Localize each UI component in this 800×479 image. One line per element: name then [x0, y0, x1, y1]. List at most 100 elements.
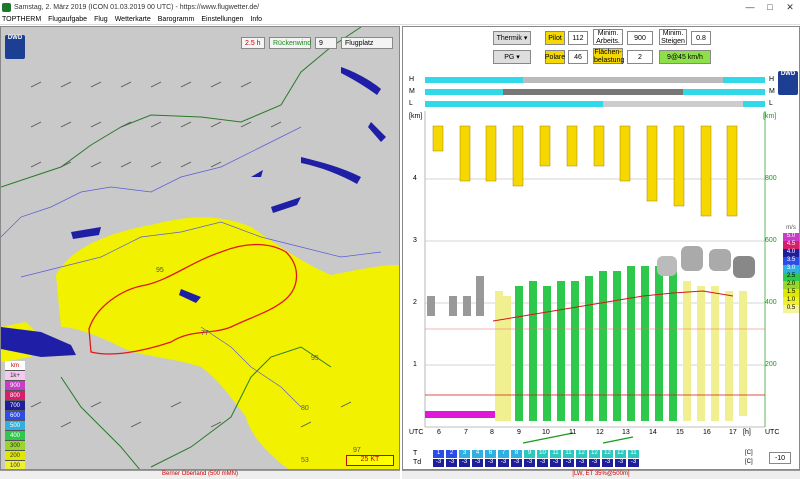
td-cell: -3 [550, 459, 561, 467]
pilot-value: 112 [572, 34, 584, 42]
glider-select[interactable]: PG ▾ [493, 50, 531, 64]
flaechen-label: Flächen- belastung [593, 48, 625, 64]
cloud-row-h-right: H [769, 76, 775, 83]
legend-cell: 900 [5, 381, 25, 391]
td-cell: -3 [459, 459, 470, 467]
td-cell: -3 [472, 459, 483, 467]
x-tick: 6 [437, 429, 441, 436]
offset-select[interactable]: -10 [769, 452, 791, 464]
t-cell: 11 [550, 450, 561, 458]
legend-cell: 300 [5, 441, 25, 451]
td-cell: -3 [602, 459, 613, 467]
td-cell: -3 [537, 459, 548, 467]
x-tick: UTC [409, 429, 424, 436]
wind-value-stepper[interactable]: 9 [315, 37, 337, 49]
menu-flug[interactable]: Flug [94, 16, 108, 23]
menu-wetterkarte[interactable]: Wetterkarte [115, 16, 151, 23]
x-tick: 12 [596, 429, 604, 436]
menu-info[interactable]: Info [250, 16, 262, 23]
rueckenwind-checkbox[interactable]: Rückenwind [269, 37, 311, 49]
polare-input[interactable]: 46 [568, 50, 588, 64]
t-cell: 10 [537, 450, 548, 458]
thermal-profile-chart[interactable] [403, 71, 800, 471]
map-status: Berner Oberland (500 mMN) [0, 470, 400, 479]
time-selector[interactable]: 2.5 h [241, 37, 265, 49]
contour-label: 95 [311, 355, 319, 362]
ms-legend-cell: 3.5 [783, 257, 799, 265]
td-cell: -3 [615, 459, 626, 467]
legend-cell: 800 [5, 391, 25, 401]
t-cell: 1 [433, 450, 444, 458]
thermal-map[interactable] [1, 27, 400, 470]
right-tick: 200 [765, 361, 777, 368]
x-tick: [h] [743, 429, 751, 436]
min-steigen-input[interactable]: 0.8 [691, 31, 711, 45]
profile-status: [LW, ET 35%@500m] [402, 470, 800, 479]
x-tick: 7 [464, 429, 468, 436]
flaechen-input[interactable]: 2 [627, 50, 653, 64]
map-panel[interactable]: DWD 2.5 h Rückenwind 9 Flugplatz 95 77 9… [0, 26, 400, 470]
td-unit: [C] [745, 459, 753, 465]
y-right-unit: [km] [763, 113, 777, 120]
td-cell: -3 [433, 459, 444, 467]
td-cell: -3 [576, 459, 587, 467]
x-tick: 13 [622, 429, 630, 436]
t-cell: 9 [524, 450, 535, 458]
km-tick: 1 [413, 361, 417, 368]
td-cell: -3 [498, 459, 509, 467]
scale-label: 25 KT [360, 456, 380, 463]
cloud-row-l-right: L [769, 100, 773, 107]
altitude-legend: km 1k+ 900 800 700 600 500 400 300 200 1… [5, 361, 25, 469]
ms-legend-cell: 5.0 [783, 233, 799, 241]
min-arbeit-input[interactable]: 900 [627, 31, 653, 45]
title-bar: Samstag, 2. März 2019 (ICON 01.03.2019 0… [0, 0, 800, 14]
t-cell: 7 [498, 450, 509, 458]
dwd-logo-text: DWD [7, 35, 23, 41]
contour-label: 95 [156, 267, 164, 274]
t-cell: 12 [576, 450, 587, 458]
menu-flugaufgabe[interactable]: Flugaufgabe [48, 16, 87, 23]
speed-display: 9@45 km/h [659, 50, 711, 64]
t-cell: 4 [472, 450, 483, 458]
km-tick: 2 [413, 299, 417, 306]
x-tick: 10 [542, 429, 550, 436]
t-row-label: T [413, 450, 418, 457]
ms-legend-cell: 2.0 [783, 281, 799, 289]
t-cell: 11 [563, 450, 574, 458]
min-steigen-value: 0.8 [696, 34, 706, 42]
contour-label: 77 [201, 330, 209, 337]
pilot-input[interactable]: 112 [568, 31, 588, 45]
td-cell: -3 [589, 459, 600, 467]
app-icon [2, 2, 11, 12]
minimize-button[interactable]: — [740, 0, 760, 14]
contour-label: 80 [301, 405, 309, 412]
right-tick: 600 [765, 237, 777, 244]
menu-einstellungen[interactable]: Einstellungen [201, 16, 243, 23]
maximize-button[interactable]: □ [760, 0, 780, 14]
close-button[interactable]: ✕ [780, 0, 800, 14]
t-cell: 2 [446, 450, 457, 458]
location-select[interactable]: Flugplatz [341, 37, 393, 49]
x-tick: UTC [765, 429, 780, 436]
x-tick: 15 [676, 429, 684, 436]
x-tick: 16 [703, 429, 711, 436]
t-cell: 12 [589, 450, 600, 458]
dwd-logo: DWD [5, 35, 25, 59]
ms-legend-cell: 4.5 [783, 241, 799, 249]
y-left-unit: [km] [409, 113, 423, 120]
min-arbeit-value: 900 [634, 34, 646, 42]
time-label: 2.5 h [245, 39, 261, 47]
polare-label-text: Polare [544, 53, 566, 61]
polare-label: Polare [545, 50, 565, 64]
menu-barogramm[interactable]: Barogramm [158, 16, 195, 23]
pilot-label-text: Pilot [548, 34, 562, 42]
min-arbeit-label: Minim. Arbeits. [593, 29, 623, 45]
cloud-row-m-right: M [769, 88, 775, 95]
menu-topthern[interactable]: TOPTHERM [2, 16, 41, 23]
x-axis: UTC 6 7 8 9 10 11 12 13 14 15 16 17 [h] … [403, 429, 800, 439]
flaechen-value: 2 [638, 53, 642, 61]
x-tick: 17 [729, 429, 737, 436]
mode-select[interactable]: Thermik ▾ [493, 31, 531, 45]
speed-value: 9@45 km/h [667, 53, 703, 61]
ms-legend-cell: 4.0 [783, 249, 799, 257]
